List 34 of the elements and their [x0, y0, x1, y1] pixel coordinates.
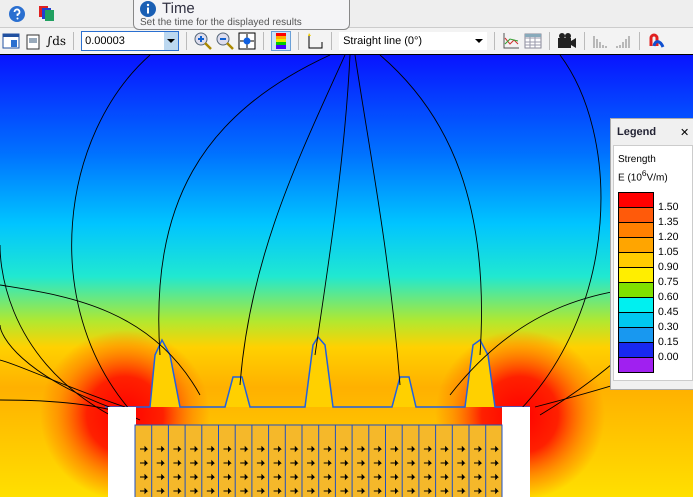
scale-value: 1.35	[658, 215, 678, 230]
unit-label: E (10$^{6}$V/m)	[618, 168, 669, 184]
scale-value: 1.20	[658, 230, 678, 246]
scale-value: 1.05	[658, 245, 678, 260]
zoom-fit-icon[interactable]	[238, 32, 256, 50]
scale-value: 1.50	[658, 200, 678, 216]
scale-value: 0.00	[658, 350, 678, 366]
scale-value: 0.45	[658, 305, 678, 320]
camera-icon[interactable]	[557, 32, 578, 50]
zoom-out-icon[interactable]	[216, 32, 234, 50]
help-icon[interactable]	[8, 4, 26, 22]
table-icon[interactable]	[2, 32, 20, 50]
zoom-in-icon[interactable]	[194, 32, 212, 50]
quantity-label: Strength	[618, 154, 657, 165]
scale-value: 0.60	[658, 290, 678, 306]
scale-value: 0.30	[658, 320, 678, 336]
tooltip-title: Time	[162, 0, 195, 17]
legend-title: Legend	[617, 126, 656, 138]
grid-icon[interactable]	[524, 32, 542, 50]
caret-icon	[475, 39, 484, 43]
scale-value: 0.90	[658, 260, 678, 276]
caret-icon	[167, 39, 176, 43]
clipboard-icon[interactable]	[24, 32, 42, 50]
close-button[interactable]: ✕	[680, 126, 689, 138]
layers-icon[interactable]	[38, 4, 56, 22]
chart-icon[interactable]	[502, 32, 520, 50]
color-scale-button[interactable]	[271, 31, 292, 51]
time-combobox[interactable]: 0.00003	[81, 31, 180, 51]
integral-button[interactable]: ∫ds	[46, 34, 66, 48]
curve-icon[interactable]	[647, 32, 666, 50]
scale-value: 0.15	[658, 335, 678, 350]
tooltip-text: Set the time for the displayed results	[140, 17, 303, 28]
scale-value: 0.75	[658, 275, 678, 290]
line-type-dropdown[interactable]: Straight line (0°)	[339, 32, 488, 50]
